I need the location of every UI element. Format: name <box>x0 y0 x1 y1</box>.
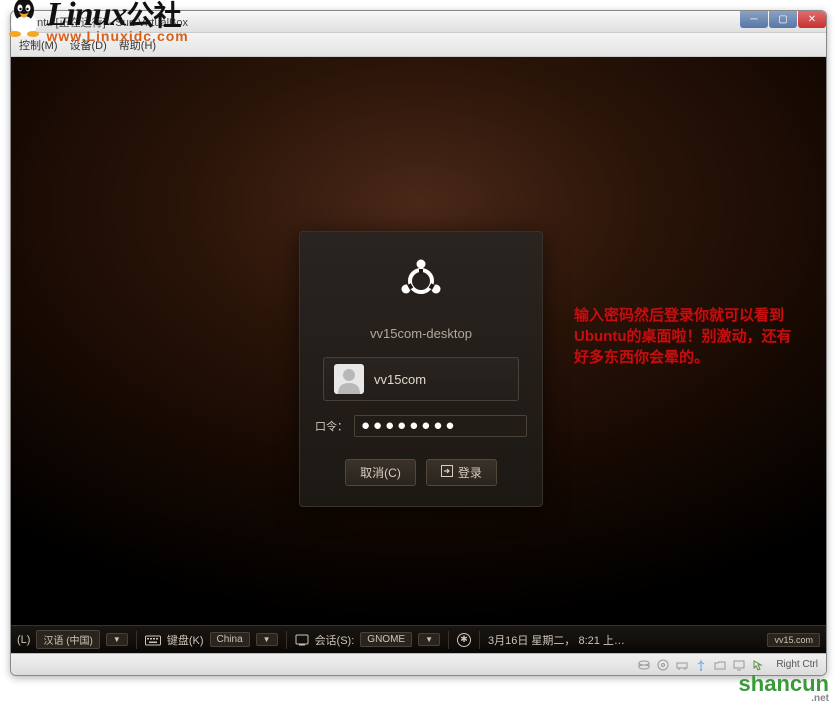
titlebar[interactable]: Ubuntu [正在运行] - Sun VirtualBox ─ ▢ ✕ <box>11 11 826 33</box>
chevron-down-icon: ▼ <box>113 635 121 644</box>
login-button-label: 登录 <box>458 464 482 481</box>
clock-text: 3月16日 星期二， 8:21 上… <box>488 632 625 648</box>
keyboard-selector[interactable]: 键盘(K) <box>167 632 204 648</box>
annotation-text: 输入密码然后登录你就可以看到Ubuntu的桌面啦！别激动，还有好多东西你会晕的。 <box>574 305 794 368</box>
password-input[interactable]: ●●●●●●●● <box>354 415 527 437</box>
virtualbox-statusbar: Right Ctrl <box>11 653 826 675</box>
window-title: Ubuntu [正在运行] - Sun VirtualBox <box>17 14 820 30</box>
separator <box>479 631 480 649</box>
user-select-row[interactable]: vv15com <box>323 357 519 401</box>
separator <box>136 631 137 649</box>
close-button[interactable]: ✕ <box>798 10 826 28</box>
username-label: vv15com <box>374 372 426 387</box>
cd-icon[interactable] <box>656 658 669 671</box>
menu-help[interactable]: 帮助(H) <box>119 37 156 53</box>
language-dropdown-arrow[interactable]: ▼ <box>106 633 128 646</box>
menu-control[interactable]: 控制(M) <box>19 37 58 53</box>
session-dropdown-arrow[interactable]: ▼ <box>418 633 440 646</box>
language-dropdown[interactable]: 汉语 (中国) <box>36 630 99 649</box>
separator <box>286 631 287 649</box>
virtualbox-window: Ubuntu [正在运行] - Sun VirtualBox ─ ▢ ✕ 控制(… <box>10 10 827 676</box>
accessibility-icon[interactable]: ✱ <box>457 633 471 647</box>
cancel-button-label: 取消(C) <box>360 464 401 481</box>
login-arrow-icon <box>441 465 453 480</box>
lang-hint: (L) <box>17 634 30 646</box>
password-label: 口令： <box>315 418 348 434</box>
hdd-icon[interactable] <box>637 658 650 671</box>
guest-screen: vv15com-desktop vv15com 口令： ●●●●●●●● 取消(… <box>11 57 826 653</box>
separator <box>448 631 449 649</box>
session-selector[interactable]: 会话(S): <box>315 632 355 648</box>
login-button[interactable]: 登录 <box>426 459 497 486</box>
chevron-down-icon: ▼ <box>425 635 433 644</box>
network-icon[interactable] <box>675 658 688 671</box>
session-icon <box>295 633 309 647</box>
cancel-button[interactable]: 取消(C) <box>345 459 416 486</box>
shared-folder-icon[interactable] <box>713 658 726 671</box>
maximize-button[interactable]: ▢ <box>769 10 797 28</box>
vrdp-icon[interactable] <box>732 658 745 671</box>
gdm-bottom-panel: (L) 汉语 (中国) ▼ 键盘(K) China ▼ 会话(S): <box>11 625 826 653</box>
keyboard-dropdown[interactable]: China <box>210 632 250 647</box>
password-row: 口令： ●●●●●●●● <box>315 415 527 437</box>
host-key-label: Right Ctrl <box>776 659 818 670</box>
login-panel: vv15com-desktop vv15com 口令： ●●●●●●●● 取消(… <box>299 231 543 507</box>
mouse-integration-icon[interactable] <box>751 658 764 671</box>
keyboard-dropdown-arrow[interactable]: ▼ <box>256 633 278 646</box>
session-dropdown[interactable]: GNOME <box>360 632 412 647</box>
minimize-button[interactable]: ─ <box>740 10 768 28</box>
language-selector[interactable]: (L) <box>17 634 30 646</box>
hostname-label: vv15com-desktop <box>370 326 472 341</box>
menubar: 控制(M) 设备(D) 帮助(H) <box>11 33 826 57</box>
usb-icon[interactable] <box>694 658 707 671</box>
user-avatar-icon <box>334 364 364 394</box>
keyboard-icon <box>145 634 161 646</box>
ubuntu-logo-icon <box>396 256 446 306</box>
chevron-down-icon: ▼ <box>263 635 271 644</box>
brand-badge: vv15.com <box>767 633 820 647</box>
menu-devices[interactable]: 设备(D) <box>70 37 107 53</box>
